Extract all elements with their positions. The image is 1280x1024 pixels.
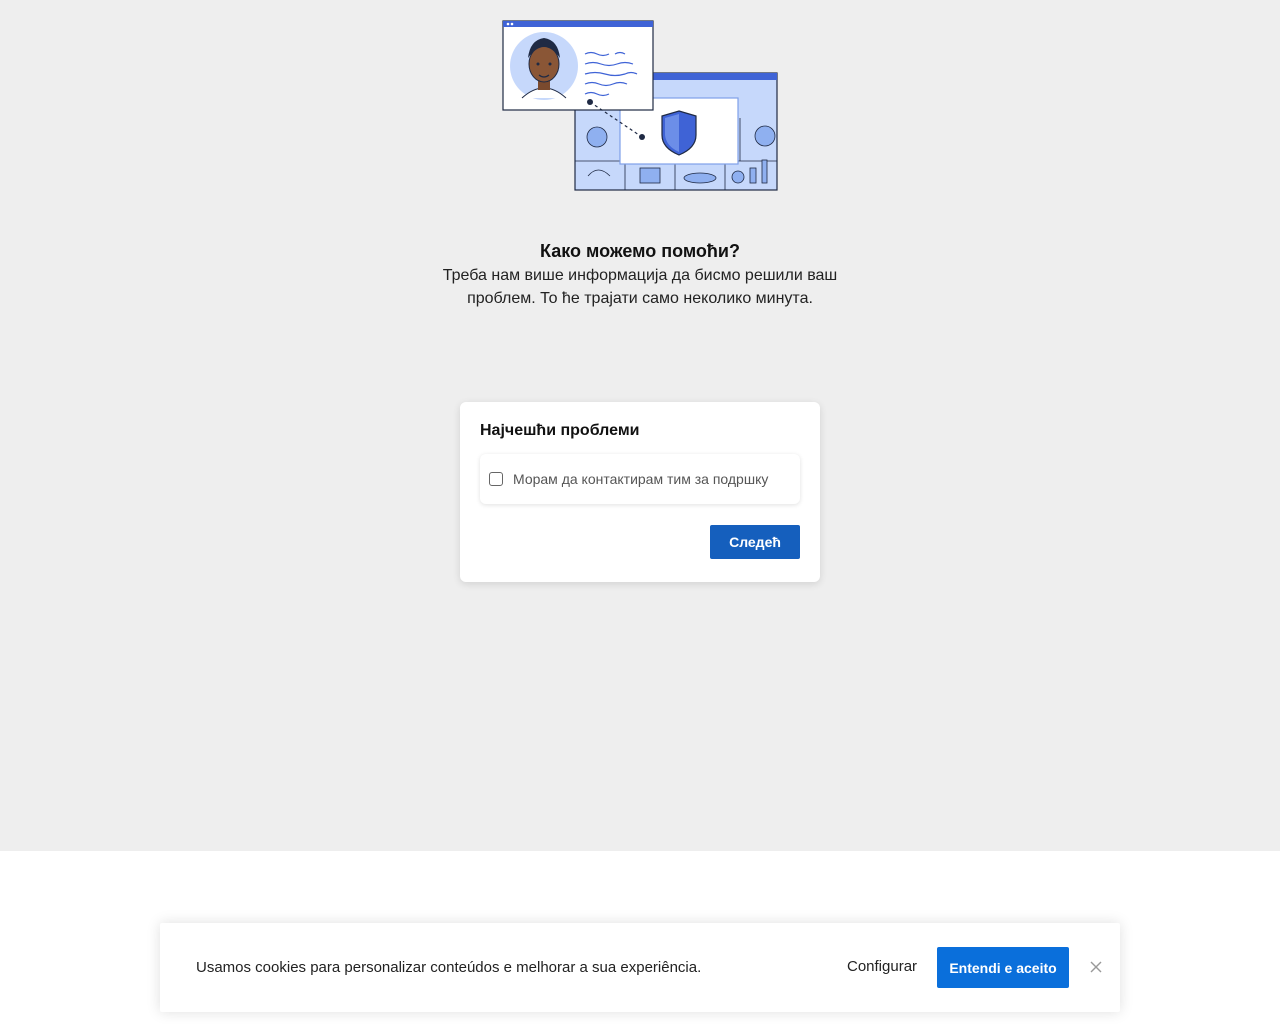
page-title: Како можемо помоћи? [540,241,740,261]
cookie-configure-button[interactable]: Configurar [847,958,917,975]
page-subtitle: Треба нам више информација да бисмо реши… [442,267,838,307]
next-button[interactable]: Следећ [710,525,800,559]
intro-section: Како можемо помоћи? Треба нам више инфор… [440,239,840,310]
cookie-accept-button[interactable]: Entendi e aceito [937,947,1069,988]
close-icon[interactable] [1088,959,1104,975]
issue-option-checkbox[interactable] [489,472,503,486]
support-illustration [500,18,782,194]
issues-card-title: Најчешћи проблеми [480,422,640,439]
issue-option-label: Морам да контактирам тим за подршку [513,471,769,487]
cookie-banner-text: Usamos cookies para personalizar conteúd… [196,959,702,976]
issue-option-contact-support[interactable]: Морам да контактирам тим за подршку [480,454,800,504]
cookie-banner: Usamos cookies para personalizar conteúd… [160,923,1120,1012]
issues-card: Најчешћи проблеми Морам да контактирам т… [460,402,820,582]
